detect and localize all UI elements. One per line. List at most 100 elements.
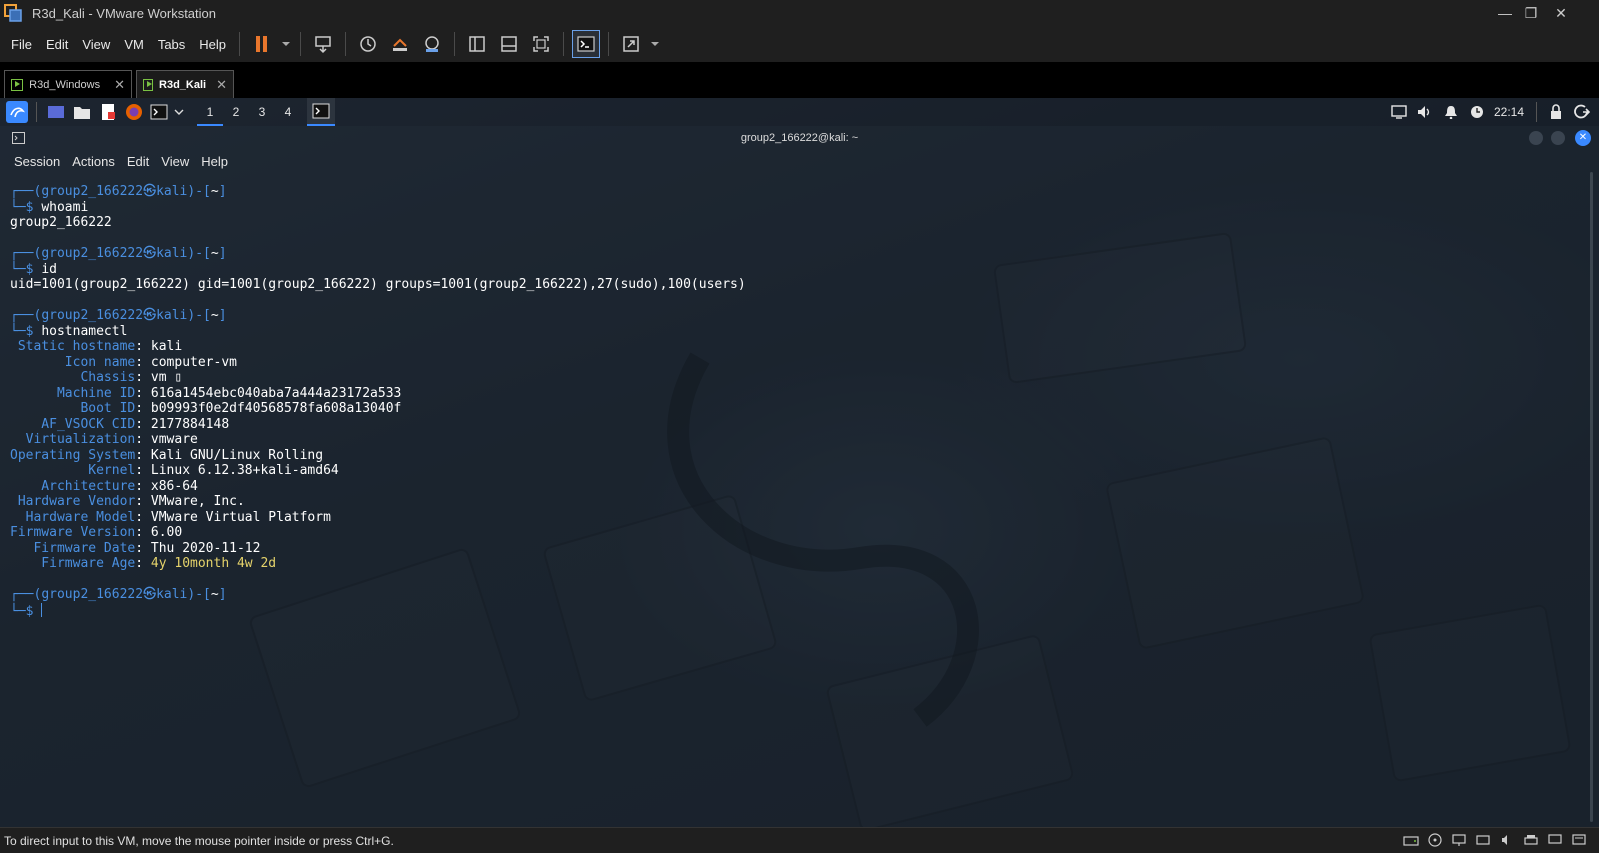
toolbar-separator xyxy=(454,32,456,56)
device-status-icons xyxy=(1399,831,1591,849)
printer-icon[interactable] xyxy=(1521,831,1541,849)
terminal-menu-edit[interactable]: Edit xyxy=(127,154,149,169)
hostnamectl-row: Architecture: x86-64 xyxy=(10,478,198,494)
hostnamectl-row: Chassis: vm ▯ xyxy=(10,370,183,385)
snapshot-icon[interactable] xyxy=(354,30,382,58)
stretch-dropdown-icon[interactable] xyxy=(649,30,661,58)
prompt-line: ┌──(group2_166222㉿kali)-[~] xyxy=(10,246,227,261)
terminal-close-icon[interactable]: ✕ xyxy=(1575,130,1591,146)
clock-icon xyxy=(1466,101,1488,123)
menu-edit[interactable]: Edit xyxy=(39,37,75,52)
network-adapter-icon[interactable] xyxy=(1449,831,1469,849)
full-screen-icon[interactable] xyxy=(527,30,555,58)
snapshot-manager-icon[interactable] xyxy=(418,30,446,58)
panel-separator xyxy=(1536,102,1537,122)
terminal-title: group2_166222@kali: ~ xyxy=(740,132,859,144)
thumbnail-bar-icon[interactable] xyxy=(495,30,523,58)
prompt-line: ┌──(group2_166222㉿kali)-[~] xyxy=(10,308,227,323)
vmware-logo-icon xyxy=(4,4,22,22)
command-output: group2_166222 xyxy=(10,215,112,230)
display-icon[interactable] xyxy=(1388,101,1410,123)
vm-running-icon xyxy=(143,78,154,91)
message-log-icon[interactable] xyxy=(1569,831,1589,849)
show-library-icon[interactable] xyxy=(463,30,491,58)
hostnamectl-row: Hardware Model: VMware Virtual Platform xyxy=(10,509,331,525)
terminal-menu-session[interactable]: Session xyxy=(14,154,60,169)
power-dropdown-icon[interactable] xyxy=(280,30,292,58)
send-ctrl-alt-del-icon[interactable] xyxy=(309,30,337,58)
terminal-window[interactable]: group2_166222@kali: ~ ✕ Session Actions … xyxy=(0,126,1599,827)
file-manager-icon[interactable] xyxy=(71,101,93,123)
tab-label: R3d_Kali xyxy=(159,78,207,91)
terminal-launcher-icon[interactable] xyxy=(149,101,169,123)
close-window-icon[interactable]: ✕ xyxy=(1546,0,1576,26)
workspace-3[interactable]: 3 xyxy=(249,98,275,126)
menu-vm[interactable]: VM xyxy=(117,37,151,52)
vmware-menubar: File Edit View VM Tabs Help xyxy=(0,26,1599,62)
hostnamectl-row: Firmware Date: Thu 2020-11-12 xyxy=(10,540,261,556)
terminal-title-bar: group2_166222@kali: ~ ✕ xyxy=(0,126,1599,150)
command-line-active[interactable]: └─$ xyxy=(10,602,746,620)
menu-view[interactable]: View xyxy=(75,37,117,52)
guest-display[interactable]: 1 2 3 4 22:14 group2_166222@kali: ~ ✕ Se… xyxy=(0,98,1599,827)
toolbar-separator xyxy=(345,32,347,56)
status-message: To direct input to this VM, move the mou… xyxy=(4,833,394,848)
toolbar-separator xyxy=(239,32,241,56)
window-title: R3d_Kali - VMware Workstation xyxy=(32,5,216,21)
firefox-icon[interactable] xyxy=(123,101,145,123)
close-tab-icon[interactable]: ✕ xyxy=(114,77,125,93)
toolbar-separator xyxy=(300,32,302,56)
hostnamectl-row: Machine ID: 616a1454ebc040aba7a444a23172… xyxy=(10,385,402,401)
prompt-line: ┌──(group2_166222㉿kali)-[~] xyxy=(10,184,227,199)
toolbar-separator xyxy=(563,32,565,56)
panel-separator xyxy=(36,102,37,122)
terminal-scrollbar[interactable] xyxy=(1590,172,1593,822)
text-editor-icon[interactable] xyxy=(97,101,119,123)
volume-icon[interactable] xyxy=(1414,101,1436,123)
menu-help[interactable]: Help xyxy=(192,37,233,52)
hostnamectl-row: Boot ID: b09993f0e2df40568578fa608a13040… xyxy=(10,401,402,416)
console-view-icon[interactable] xyxy=(572,30,601,58)
taskbar-terminal-window-icon[interactable] xyxy=(307,98,335,126)
close-tab-icon[interactable]: ✕ xyxy=(216,77,227,93)
lock-screen-icon[interactable] xyxy=(1545,101,1567,123)
workspace-2[interactable]: 2 xyxy=(223,98,249,126)
menu-file[interactable]: File xyxy=(4,37,39,52)
display-status-icon[interactable] xyxy=(1545,831,1565,849)
terminal-output[interactable]: ┌──(group2_166222㉿kali)-[~] └─$ whoami gro… xyxy=(10,184,746,619)
terminal-minimize-icon[interactable] xyxy=(1529,131,1543,145)
workspace-4[interactable]: 4 xyxy=(275,98,301,126)
hard-disk-icon[interactable] xyxy=(1401,831,1421,849)
terminal-menu-actions[interactable]: Actions xyxy=(72,154,115,169)
logout-icon[interactable] xyxy=(1571,101,1593,123)
terminal-maximize-icon[interactable] xyxy=(1551,131,1565,145)
hostnamectl-row: Kernel: Linux 6.12.38+kali-amd64 xyxy=(10,463,339,478)
command-line: └─$ whoami xyxy=(10,199,89,215)
kali-menu-icon[interactable] xyxy=(6,101,28,123)
sound-card-icon[interactable] xyxy=(1497,831,1517,849)
terminal-menubar: Session Actions Edit View Help xyxy=(0,150,1599,172)
tab-label: R3d_Windows xyxy=(29,78,101,91)
terminal-menu-view[interactable]: View xyxy=(161,154,189,169)
tab-r3d-windows[interactable]: R3d_Windows ✕ xyxy=(4,70,132,98)
revert-snapshot-icon[interactable] xyxy=(386,30,414,58)
cd-dvd-icon[interactable] xyxy=(1425,831,1445,849)
prompt-line: ┌──(group2_166222㉿kali)-[~] xyxy=(10,587,227,602)
hostnamectl-row: Firmware Age: 4y 10month 4w 2d xyxy=(10,556,277,571)
show-desktop-icon[interactable] xyxy=(45,101,67,123)
usb-controller-icon[interactable] xyxy=(1473,831,1493,849)
notification-bell-icon[interactable] xyxy=(1440,101,1462,123)
hostnamectl-row: Firmware Version: 6.00 xyxy=(10,525,183,540)
command-line: └─$ hostnamectl xyxy=(10,323,128,339)
terminal-menu-help[interactable]: Help xyxy=(201,154,228,169)
terminal-dropdown-icon[interactable] xyxy=(173,101,185,123)
menu-tabs[interactable]: Tabs xyxy=(151,37,192,52)
pause-icon[interactable] xyxy=(248,30,276,58)
tab-r3d-kali[interactable]: R3d_Kali ✕ xyxy=(136,70,234,98)
stretch-guest-icon[interactable] xyxy=(617,30,645,58)
restore-icon[interactable]: ❐ xyxy=(1516,0,1546,26)
terminal-window-icon xyxy=(12,132,25,147)
vmware-status-bar: To direct input to this VM, move the mou… xyxy=(0,827,1599,853)
workspace-1[interactable]: 1 xyxy=(197,98,223,126)
panel-clock[interactable]: 22:14 xyxy=(1494,105,1524,119)
